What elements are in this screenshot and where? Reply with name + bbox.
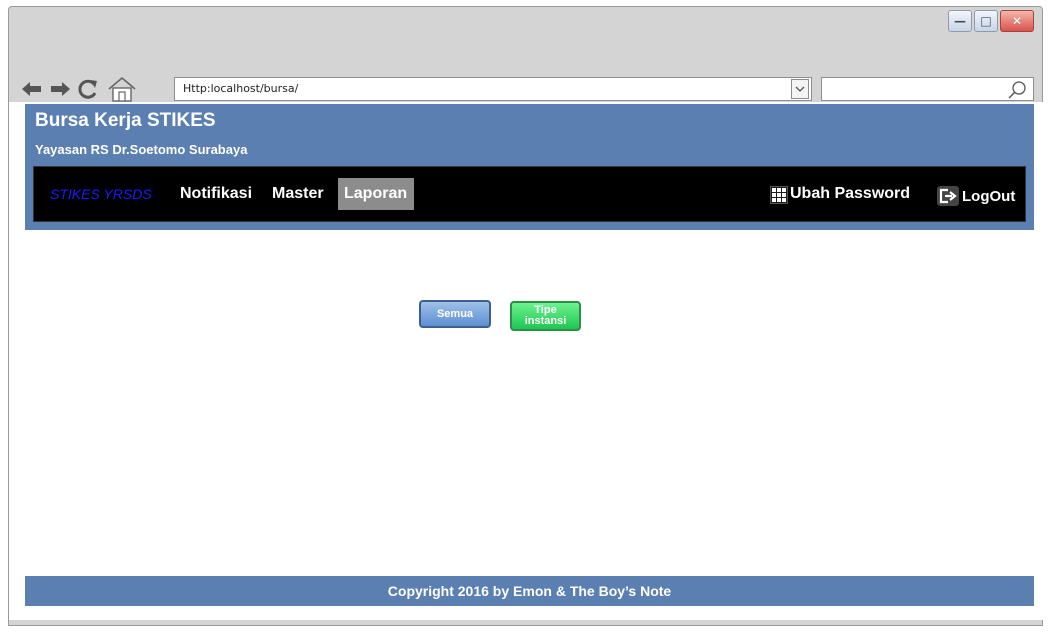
- nav-item-notifikasi[interactable]: Notifikasi: [180, 167, 252, 221]
- forward-arrow-icon[interactable]: [49, 79, 71, 99]
- logout-link[interactable]: LogOut: [962, 170, 1015, 224]
- address-dropdown-button[interactable]: [791, 79, 809, 99]
- window-controls: — □ ✕: [948, 10, 1034, 32]
- site-subtitle: Yayasan RS Dr.Soetomo Surabaya: [35, 142, 248, 157]
- search-icon[interactable]: [1007, 80, 1027, 104]
- maximize-button[interactable]: □: [974, 10, 998, 32]
- close-icon: ✕: [1011, 14, 1023, 28]
- close-button[interactable]: ✕: [1000, 10, 1034, 32]
- minimize-icon: —: [954, 14, 966, 28]
- logout-icon: [937, 186, 959, 206]
- semua-button[interactable]: Semua: [419, 300, 491, 328]
- browser-search-input[interactable]: [821, 77, 1034, 101]
- tipe-instansi-button[interactable]: Tipe instansi: [510, 301, 581, 331]
- back-arrow-icon[interactable]: [21, 79, 43, 99]
- chevron-down-icon: [795, 86, 805, 92]
- site-footer: Copyright 2016 by Emon & The Boy’s Note: [25, 576, 1034, 606]
- page-content: Bursa Kerja STIKES Yayasan RS Dr.Soetomo…: [9, 102, 1043, 620]
- refresh-icon[interactable]: [77, 79, 99, 99]
- main-navbar: STIKES YRSDS Notifikasi Master Laporan U…: [33, 166, 1026, 222]
- navbar-brand[interactable]: STIKES YRSDS: [50, 167, 152, 221]
- home-icon[interactable]: [107, 75, 137, 103]
- nav-item-master[interactable]: Master: [272, 167, 324, 221]
- maximize-icon: □: [980, 14, 992, 28]
- site-header: Bursa Kerja STIKES Yayasan RS Dr.Soetomo…: [25, 104, 1034, 230]
- grid-icon: [770, 186, 788, 204]
- minimize-button[interactable]: —: [948, 10, 972, 32]
- change-password-link[interactable]: Ubah Password: [790, 167, 910, 221]
- nav-item-laporan[interactable]: Laporan: [338, 178, 414, 210]
- address-bar[interactable]: Http:localhost/bursa/: [174, 77, 812, 101]
- site-title: Bursa Kerja STIKES: [35, 110, 216, 131]
